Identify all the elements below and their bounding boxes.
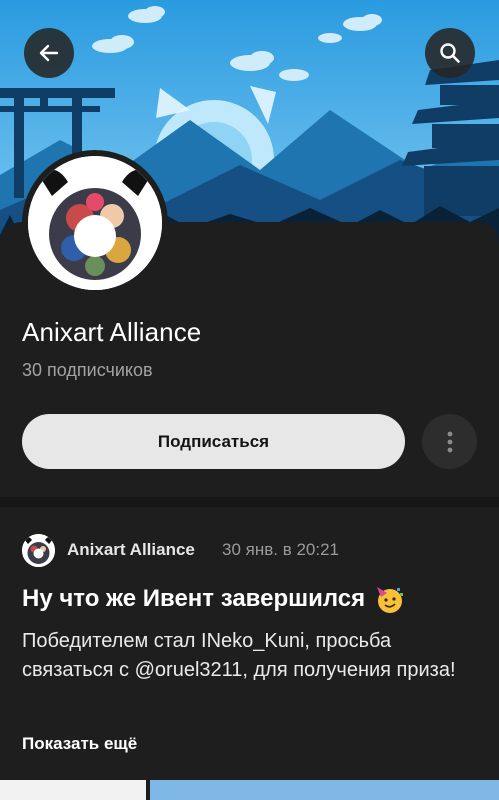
more-options-button[interactable] xyxy=(422,414,477,469)
search-button[interactable] xyxy=(425,28,475,78)
section-divider xyxy=(0,497,499,507)
channel-avatar xyxy=(22,150,168,296)
attachment-image[interactable] xyxy=(150,780,499,800)
partying-face-emoji xyxy=(373,583,405,615)
post-body: Победителем стал INeko_Kuni, просьба свя… xyxy=(22,630,456,681)
subscribe-button[interactable]: Подписаться xyxy=(22,414,405,469)
post-author-avatar[interactable] xyxy=(22,534,55,567)
post-author-name[interactable]: Anixart Alliance xyxy=(67,540,195,560)
subscriber-count: 30 подписчиков xyxy=(22,360,153,380)
show-more-link[interactable]: Показать ещё xyxy=(22,734,137,754)
channel-title: Anixart Alliance xyxy=(22,317,202,347)
vertical-dots-icon xyxy=(447,431,452,452)
post-title-text: Ну что же Ивент завершился xyxy=(22,585,366,612)
post-title: Ну что же Ивент завершился xyxy=(22,583,405,615)
attachment-image[interactable] xyxy=(0,780,146,800)
search-icon xyxy=(440,43,460,63)
arrow-left-icon xyxy=(39,44,59,62)
post-date: 30 янв. в 20:21 xyxy=(222,540,339,559)
anixart-logo-small xyxy=(22,534,55,567)
post-attachments[interactable] xyxy=(0,780,499,800)
channel-panel xyxy=(0,222,499,800)
back-button[interactable] xyxy=(24,28,74,78)
anixart-logo-avatar xyxy=(28,156,162,290)
